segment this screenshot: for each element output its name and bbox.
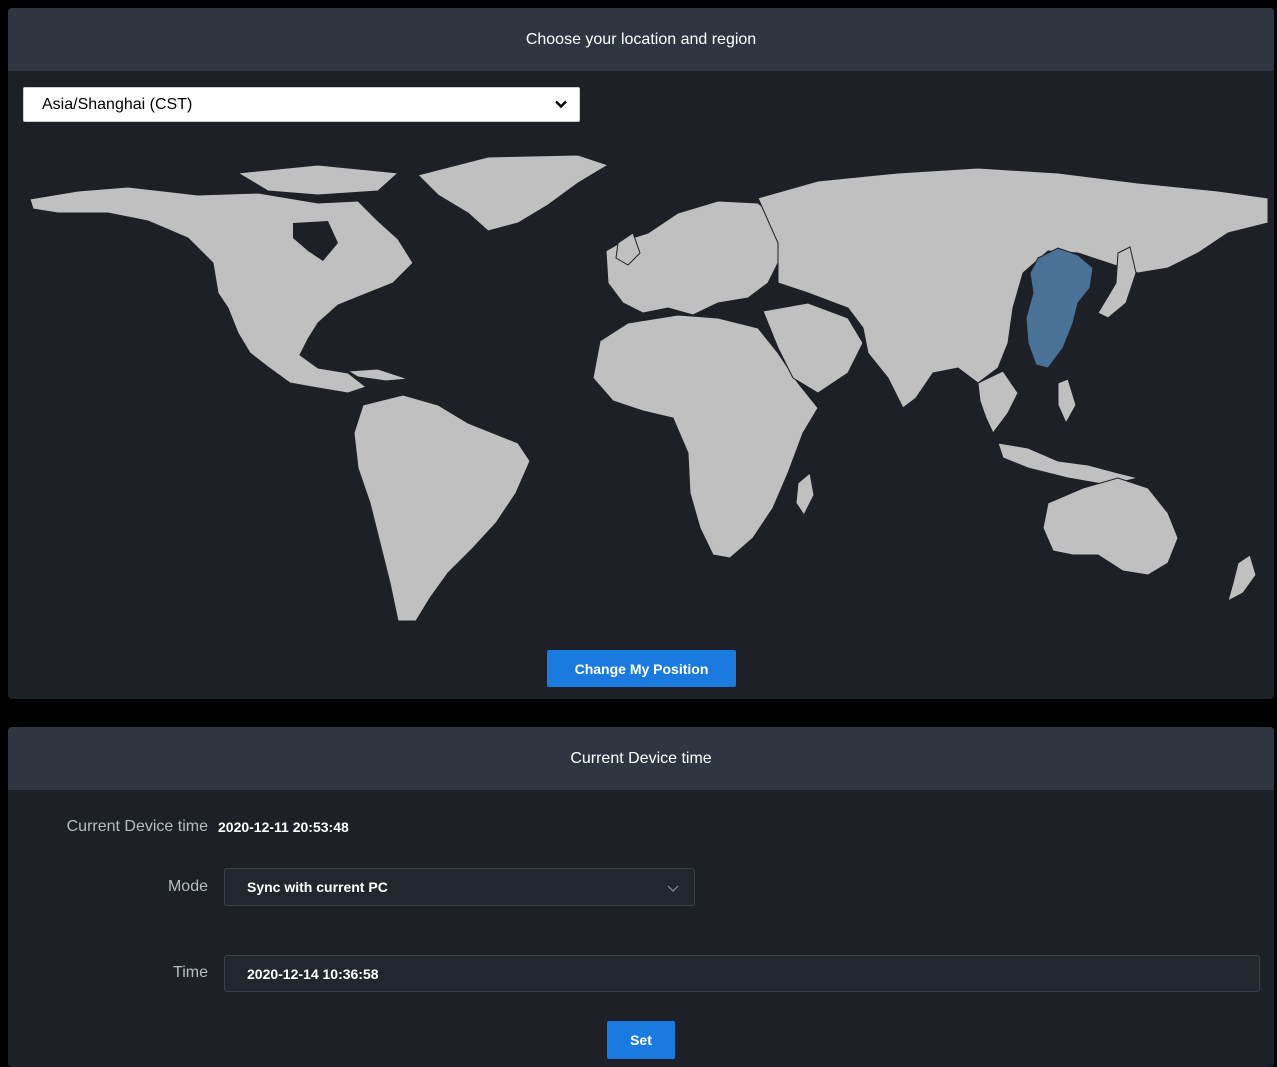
set-button[interactable]: Set — [607, 1021, 675, 1059]
chevron-down-icon — [555, 100, 567, 109]
map-region-china[interactable] — [1025, 247, 1094, 369]
current-time-label: Current Device time — [66, 818, 208, 835]
map-region-caribbean[interactable] — [346, 368, 409, 382]
map-region-arctic-islands[interactable] — [236, 164, 400, 196]
map-region-australia[interactable] — [1042, 477, 1179, 576]
location-panel: Choose your location and region Asia/Sha… — [8, 8, 1274, 699]
chevron-down-icon — [667, 885, 679, 892]
time-panel: Current Device time Current Device time … — [8, 727, 1274, 1067]
timezone-select[interactable]: Asia/Shanghai (CST) — [23, 87, 580, 122]
timezone-select-value: Asia/Shanghai (CST) — [42, 95, 193, 113]
time-panel-header: Current Device time — [8, 727, 1274, 790]
mode-select-value: Sync with current PC — [247, 879, 388, 895]
time-label: Time — [173, 964, 208, 981]
change-position-button[interactable]: Change My Position — [547, 650, 736, 687]
current-time-value: 2020-12-11 20:53:48 — [218, 819, 349, 835]
map-region-south-america[interactable] — [353, 394, 531, 622]
map-region-greenland[interactable] — [417, 154, 610, 232]
mode-label: Mode — [167, 878, 208, 895]
location-panel-title: Choose your location and region — [525, 30, 757, 48]
map-region-new-zealand[interactable] — [1227, 554, 1257, 602]
world-map[interactable] — [18, 143, 1270, 628]
map-region-madagascar[interactable] — [795, 472, 815, 516]
map-region-north-america[interactable] — [29, 186, 414, 394]
change-position-label: Change My Position — [574, 660, 709, 677]
mode-select[interactable]: Sync with current PC — [224, 868, 695, 906]
map-region-philippines[interactable] — [1057, 378, 1077, 425]
map-region-se-asia[interactable] — [977, 370, 1019, 434]
location-panel-header: Choose your location and region — [8, 8, 1274, 71]
time-input[interactable]: 2020-12-14 10:36:58 — [224, 955, 1260, 992]
set-button-label: Set — [630, 1032, 652, 1048]
time-input-value: 2020-12-14 10:36:58 — [247, 965, 379, 982]
time-panel-title: Current Device time — [570, 749, 712, 767]
